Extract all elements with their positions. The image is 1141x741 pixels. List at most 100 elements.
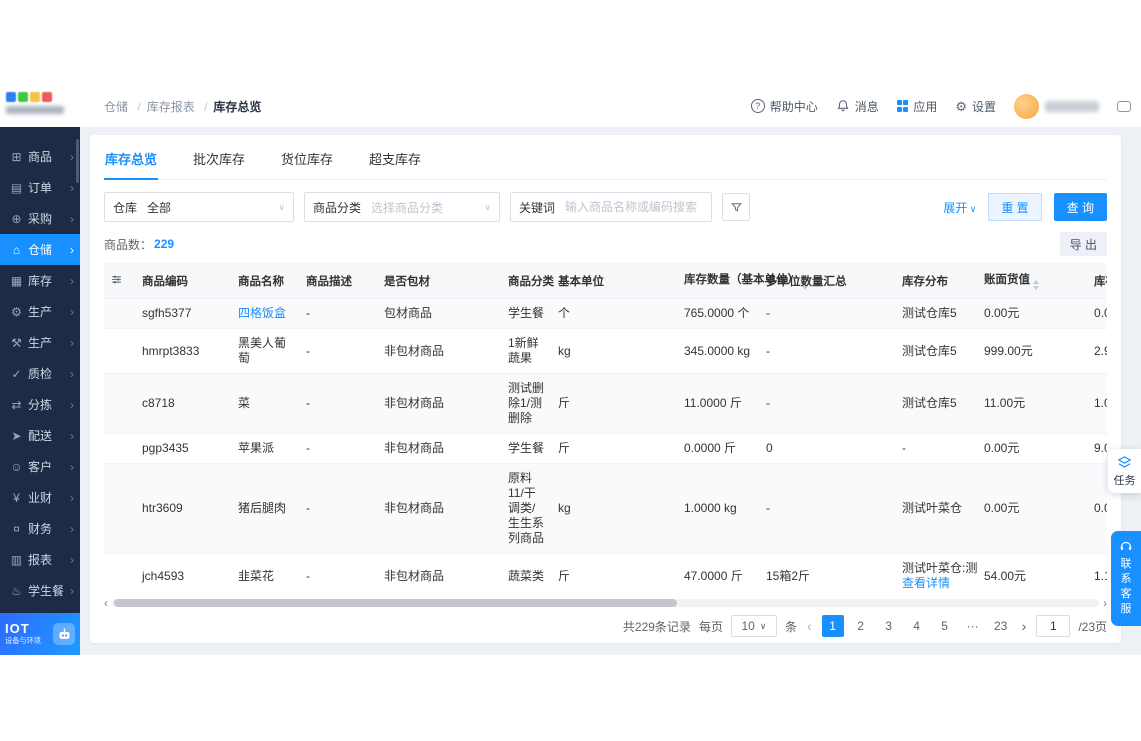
sidebar-item[interactable]: ☺ 客户 › <box>0 451 80 482</box>
sidebar-item[interactable]: ⊕ 采购 › <box>0 203 80 234</box>
screen-icon[interactable] <box>1117 100 1131 112</box>
column-header[interactable]: 商品名称 <box>232 263 300 299</box>
page-jump-input[interactable] <box>1036 615 1071 637</box>
keyword-field[interactable]: 关键词 <box>510 192 712 222</box>
product-name-link[interactable]: 黑美人葡萄 <box>238 336 286 365</box>
sidebar-item-label: 业财 <box>28 491 53 505</box>
breadcrumb: 仓储 / 库存报表 / 库存总览 <box>92 98 261 115</box>
tab[interactable]: 超支库存 <box>368 139 422 180</box>
page-button[interactable]: 5 <box>934 615 956 637</box>
column-header[interactable]: 基本单位 <box>552 263 678 299</box>
customer-service-button[interactable]: 联系客服 <box>1111 531 1141 626</box>
search-button[interactable]: 查 询 <box>1053 193 1107 221</box>
column-settings-icon[interactable] <box>110 273 123 286</box>
scroll-right-icon[interactable]: › <box>1103 597 1107 609</box>
product-name-link[interactable]: 猪后腿肉 <box>238 501 286 515</box>
column-header[interactable]: 账面货值 <box>978 263 1088 299</box>
product-name-link[interactable]: 苹果派 <box>238 441 274 455</box>
sidebar-item[interactable]: ¤ 财务 › <box>0 513 80 544</box>
cell-description: - <box>300 298 378 329</box>
column-header[interactable]: 多单位数量汇总 <box>760 263 896 299</box>
page-size-select[interactable]: 10 ∨ <box>730 615 777 637</box>
sidebar-item[interactable]: ▥ 报表 › <box>0 544 80 575</box>
column-header[interactable]: 库存分布 <box>896 263 978 299</box>
scrollbar-thumb[interactable] <box>114 599 677 607</box>
tab[interactable]: 货位库存 <box>280 139 334 180</box>
export-button[interactable]: 导 出 <box>1059 232 1107 256</box>
prev-page-button[interactable]: ‹ <box>805 618 814 634</box>
table-row[interactable]: pgp3435 苹果派 - 非包材商品 学生餐 斤 0.0000 斤 0 - 0… <box>104 433 1107 464</box>
iot-banner[interactable]: IOT 设备与环境 <box>0 613 80 655</box>
user-menu[interactable] <box>1014 93 1099 119</box>
category-select[interactable]: 商品分类 选择商品分类 ∨ <box>304 192 500 222</box>
table-row[interactable]: htr3609 猪后腿肉 - 非包材商品 原料11/干调类/生生系列商品 kg … <box>104 463 1107 554</box>
app-logo[interactable] <box>0 85 80 127</box>
table-row[interactable]: c8718 菜 - 非包材商品 测试删除1/测删除 斤 11.0000 斤 - … <box>104 373 1107 434</box>
expand-toggle[interactable]: 展开 ∨ <box>943 199 976 216</box>
page-button[interactable]: 23 <box>990 615 1012 637</box>
sort-asc-icon[interactable] <box>1033 280 1039 284</box>
page-button[interactable]: 2 <box>850 615 872 637</box>
sidebar-item[interactable]: ▦ 库存 › <box>0 265 80 296</box>
sort-icons[interactable] <box>1033 280 1039 290</box>
reset-button[interactable]: 重 置 <box>988 193 1042 221</box>
table-row[interactable]: jch4593 韭菜花 - 非包材商品 蔬菜类 斤 47.0000 斤 15箱2… <box>104 553 1107 595</box>
filter-actions: 展开 ∨ 重 置 查 询 <box>943 193 1107 221</box>
sidebar-item[interactable]: ✓ 质检 › <box>0 358 80 389</box>
product-name-link[interactable]: 韭菜花 <box>238 569 274 583</box>
cell-category: 1新鲜蔬果 <box>502 328 552 374</box>
sidebar-item[interactable]: ⊞ 商品 › <box>0 141 80 172</box>
breadcrumb-item[interactable]: 仓储 <box>104 100 128 114</box>
chevron-right-icon: › <box>70 211 74 226</box>
sidebar-item[interactable]: ⚙ 生产 › <box>0 296 80 327</box>
horizontal-scrollbar[interactable]: ‹ › <box>104 597 1107 609</box>
sidebar-item-icon: ⌂ <box>12 242 21 257</box>
settings-button[interactable]: ⚙ 设置 <box>955 98 996 115</box>
tab[interactable]: 批次库存 <box>192 139 246 180</box>
sort-desc-icon[interactable] <box>1033 286 1039 290</box>
sidebar-item-label: 学生餐 <box>28 584 65 598</box>
page-button[interactable]: 1 <box>821 615 844 637</box>
sidebar-item[interactable]: ▤ 订单 › <box>0 172 80 203</box>
logo-text-blurred <box>6 106 64 114</box>
breadcrumb-item[interactable]: 库存报表 <box>147 100 195 114</box>
column-header[interactable]: 库存均价 <box>1088 263 1107 299</box>
view-detail-link[interactable]: 查看详情 <box>902 576 972 591</box>
apps-button[interactable]: 应用 <box>896 98 937 115</box>
per-page-unit: 条 <box>784 619 797 634</box>
column-header[interactable]: 商品分类 <box>502 263 554 299</box>
scrollbar-track[interactable] <box>112 599 1099 607</box>
cell-description: - <box>300 328 378 374</box>
table-row[interactable]: hmrpt3833 黑美人葡萄 - 非包材商品 1新鲜蔬果 kg 345.000… <box>104 328 1107 374</box>
warehouse-select[interactable]: 仓库 全部 ∨ <box>104 192 294 222</box>
sidebar-item[interactable]: ⇄ 分拣 › <box>0 389 80 420</box>
next-page-button[interactable]: › <box>1020 618 1029 634</box>
page-button[interactable]: ··· <box>962 615 984 637</box>
sidebar-item[interactable]: ⌂ 仓储 › <box>0 234 80 265</box>
sidebar-scrollbar-thumb[interactable] <box>76 139 79 183</box>
page-button[interactable]: 3 <box>878 615 900 637</box>
chevron-right-icon: › <box>70 428 74 443</box>
sidebar-item[interactable]: ¥ 业财 › <box>0 482 80 513</box>
breadcrumb-item[interactable]: 库存总览 <box>213 100 261 114</box>
filter-funnel-button[interactable] <box>722 193 750 221</box>
table-row[interactable]: sgfh5377 四格饭盒 - 包材商品 学生餐 个 765.0000 个 - … <box>104 298 1107 329</box>
column-header[interactable]: 商品描述 <box>300 263 378 299</box>
topbar: 仓储 / 库存报表 / 库存总览 ? 帮助中心 消息 应用 ⚙ 设置 <box>0 85 1141 127</box>
messages-button[interactable]: 消息 <box>836 98 879 115</box>
page-button[interactable]: 4 <box>906 615 928 637</box>
product-name-link[interactable]: 菜 <box>238 396 250 410</box>
tab[interactable]: 库存总览 <box>104 139 159 180</box>
column-header[interactable]: 库存数量（基本单位） <box>678 263 808 299</box>
help-center-button[interactable]: ? 帮助中心 <box>750 98 818 115</box>
column-header[interactable]: 是否包材 <box>378 263 502 299</box>
sidebar-item[interactable]: ➤ 配送 › <box>0 420 80 451</box>
keyword-input[interactable] <box>565 200 703 214</box>
column-header[interactable]: 商品编码 <box>136 263 232 299</box>
sidebar-item-label: 库存 <box>28 274 53 288</box>
sidebar-item[interactable]: ⚒ 生产 › <box>0 327 80 358</box>
sidebar-item[interactable]: ♨ 学生餐 › <box>0 575 80 606</box>
product-name-link[interactable]: 四格饭盒 <box>238 306 286 320</box>
scroll-left-icon[interactable]: ‹ <box>104 597 108 609</box>
task-float-button[interactable]: 任务 <box>1108 449 1141 493</box>
